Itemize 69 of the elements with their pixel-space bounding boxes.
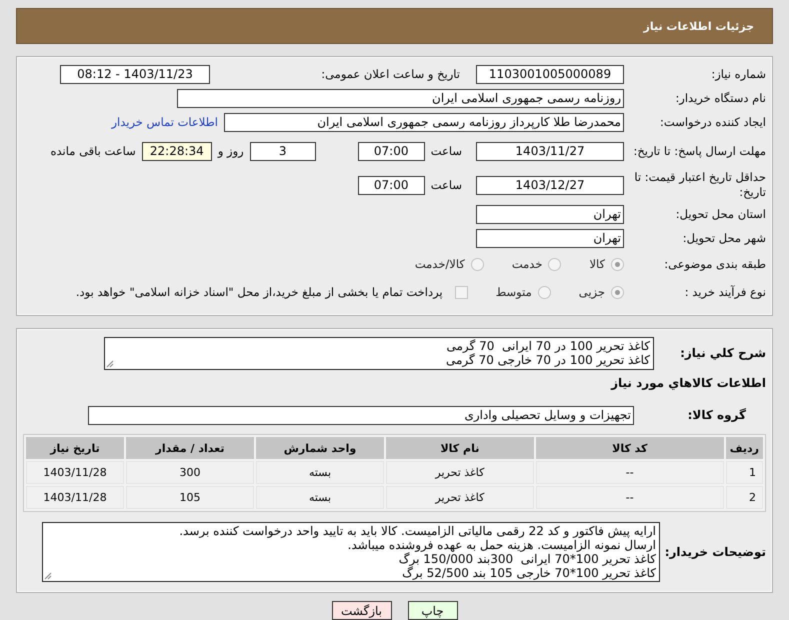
table-cell: 1403/11/28 [26,486,124,509]
checkbox[interactable] [454,286,468,298]
resize-grip-icon[interactable] [44,572,52,580]
table-cell: بسته [256,486,384,509]
table-cell: بسته [256,461,384,484]
days-field: 3 [250,142,316,160]
treasury-note: پرداخت تمام یا بخشی از مبلغ خرید،از محل "اسناد خزانه اسلامی" خواهد بود. [76,285,443,299]
announce-date-field: 1403/11/23 - 08:12 [60,64,210,84]
deadline-time-field: 07:00 [358,142,425,160]
buyer-org-field: روزنامه رسمی جمهوری اسلامی ایران [177,88,624,108]
radio-label: خدمت [512,257,542,271]
radio-label: متوسط [496,285,532,299]
column-header: واحد شمارش [256,437,384,459]
buyer-notes-label: توضیحات خریدار: [666,544,766,560]
table-cell: کاغذ تحریر [386,486,534,509]
table-cell: -- [536,486,724,509]
city-field: تهران [476,228,624,248]
field-label: ایجاد کننده درخواست: [659,114,766,130]
radio-button[interactable] [611,286,624,298]
field-label: حداقل تاریخ اعتبار قیمت: تا تاریخ: [633,170,766,200]
deadline-date-field: 1403/11/27 [476,142,624,160]
table-cell: 2 [726,486,763,509]
column-header: تعداد / مقدار [126,437,254,459]
column-header: تاريخ نياز [26,437,124,459]
need-number-field: 1103001005000089 [476,64,624,84]
radio-label: کالا/خدمت [414,257,465,271]
time-label: ساعت [430,144,462,158]
print-button[interactable]: چاپ [408,601,458,620]
requester-field: محمدرضا طلا کارپرداز روزنامه رسمی جمهوری اسلامی ایران [224,112,624,132]
validity-time-field: 07:00 [358,176,425,194]
field-label: نوع فرآیند خرید : [684,284,766,300]
table-cell: کاغذ تحریر [386,461,534,484]
description-textarea[interactable]: کاغذ تحریر 100 در 70 ایرانی 70 گرمی کاغذ تحریر 100 در 70 خارجی 70 گرمی [104,337,654,370]
table-cell: 1403/11/28 [26,461,124,484]
buyer-contact-link[interactable]: اطلاعات تماس خریدار [111,115,218,129]
field-label: مهلت ارسال پاسخ: تا تاریخ: [632,144,766,158]
radio-button[interactable] [538,286,551,298]
field-label: شماره نیاز: [710,66,766,82]
section-title: اطلاعات کالاهاي مورد نياز [610,376,766,390]
remaining-time-field: 22:28:34 [142,142,212,160]
remaining-label: ساعت باقی مانده [50,144,136,158]
item-group-field: تجهیزات و وسایل تحصیلی واداری [88,406,634,424]
table-cell: 1 [726,461,763,484]
validity-date-field: 1403/12/27 [476,176,624,194]
column-header: نام کالا [386,437,534,459]
description-label: شرح کلي نياز: [679,346,766,361]
time-label: ساعت [430,178,462,192]
column-header: رديف [726,437,763,459]
buyer-notes-textarea[interactable]: ارایه پیش فاکتور و کد 22 رقمی مالیاتی الزامیست. کالا باید به تایید واحد درخواست کننده برسد. ارسال نمونه الزامیست. هزینه حمل به عهده فروشنده میباشد. کاغذ تحریر 100*70 ایرانی 300بند 150/000 برگ کاغذ تحریر 100*70 خارجی 105 بند 52/500 برگ [42,522,660,582]
field-label: شهر محل تحویل: [682,230,766,246]
field-label: تاریخ و ساعت اعلان عمومی: [320,66,461,82]
radio-label: جزیی [578,285,605,299]
group-label: گروه کالا: [686,408,747,422]
page-header: جزئیات اطلاعات نیاز [16,8,773,44]
radio-button[interactable] [611,258,624,270]
field-label: طبقه بندی موضوعی: [663,256,766,272]
days-label: روز و [218,144,244,158]
radio-button[interactable] [548,258,562,270]
radio-label: کالا [589,257,605,271]
resize-grip-icon[interactable] [106,360,114,368]
table-cell: 300 [126,461,254,484]
back-button[interactable]: بازگشت [332,601,392,620]
table-cell: 105 [126,486,254,509]
radio-button[interactable] [470,258,484,270]
field-label: استان محل تحویل: [674,206,766,222]
field-label: نام دستگاه خریدار: [674,90,766,106]
column-header: کد کالا [536,437,724,459]
province-field: تهران [476,204,624,224]
table-cell: -- [536,461,724,484]
